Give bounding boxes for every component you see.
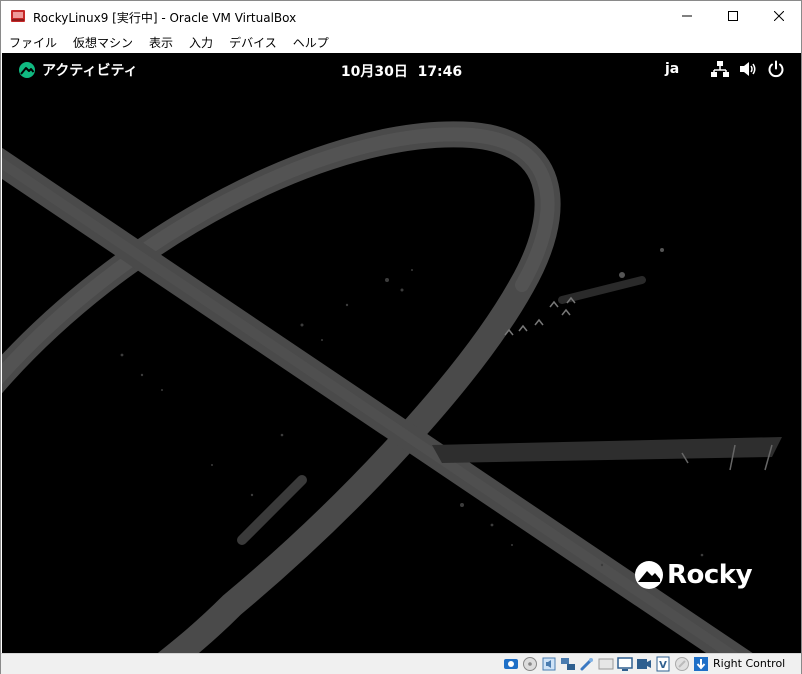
keyboard-capture-icon[interactable] [693, 656, 709, 672]
hard-disk-icon[interactable] [503, 656, 519, 672]
activities-label: アクティビティ [42, 63, 138, 79]
network-adapter-icon[interactable] [560, 656, 576, 672]
rocky-wallpaper-logo: Rocky [634, 560, 753, 590]
close-icon [774, 11, 784, 21]
minimize-button[interactable] [664, 1, 710, 31]
maximize-icon [728, 11, 738, 21]
network-icon[interactable] [711, 60, 729, 78]
menu-machine[interactable]: 仮想マシン [65, 34, 141, 51]
volume-icon[interactable] [739, 60, 757, 78]
audio-icon[interactable] [541, 656, 557, 672]
date-time-label[interactable]: 10月30日 17:46 [341, 64, 462, 80]
recording-icon[interactable] [636, 656, 652, 672]
rocky-logo-text: Rocky [667, 560, 753, 590]
menu-bar: ファイル 仮想マシン 表示 入力 デバイス ヘルプ [1, 31, 801, 53]
menu-input[interactable]: 入力 [181, 34, 221, 51]
menu-devices[interactable]: デバイス [221, 34, 285, 51]
rocky-mountain-icon [635, 561, 663, 589]
minimize-icon [682, 15, 692, 17]
shared-folders-icon[interactable] [598, 656, 614, 672]
maximize-button[interactable] [710, 1, 756, 31]
menu-file[interactable]: ファイル [1, 34, 65, 51]
optical-drive-icon[interactable] [522, 656, 538, 672]
activities-button[interactable]: アクティビティ [18, 60, 138, 80]
virtualbox-window: RockyLinux9 [実行中] - Oracle VM VirtualBox… [0, 0, 802, 674]
gnome-top-bar: アクティビティ 10月30日 17:46 ja [2, 53, 801, 85]
mouse-integration-icon[interactable] [674, 656, 690, 672]
window-title: RockyLinux9 [実行中] - Oracle VM VirtualBox [33, 11, 297, 25]
status-icons: V [503, 656, 709, 672]
virtualbox-app-icon [11, 10, 25, 22]
virtualization-icon[interactable]: V [655, 656, 671, 672]
host-key-label: Right Control [713, 657, 786, 670]
rocky-logo-icon [19, 62, 35, 78]
svg-text:V: V [659, 660, 667, 671]
usb-icon[interactable] [579, 656, 595, 672]
menu-view[interactable]: 表示 [141, 34, 181, 51]
status-bar: V Right Control [1, 653, 801, 674]
menu-help[interactable]: ヘルプ [285, 34, 337, 51]
vm-display[interactable]: アクティビティ 10月30日 17:46 ja Rocky [2, 53, 801, 653]
display-icon[interactable] [617, 656, 633, 672]
input-language-indicator[interactable]: ja [665, 61, 679, 77]
close-button[interactable] [756, 1, 802, 31]
title-bar[interactable]: RockyLinux9 [実行中] - Oracle VM VirtualBox [1, 1, 801, 31]
power-icon[interactable] [767, 60, 785, 78]
